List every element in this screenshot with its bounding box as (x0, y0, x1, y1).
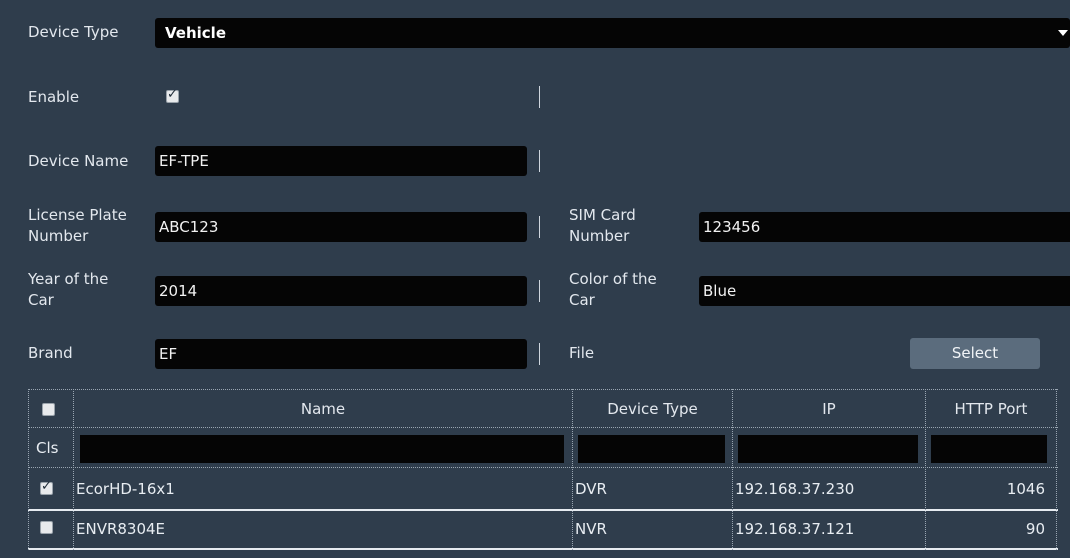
separator (539, 343, 540, 365)
sim-card-label: SIM Card Number (569, 206, 636, 245)
select-file-button[interactable]: Select (910, 338, 1040, 369)
brand-input[interactable]: EF (155, 339, 527, 369)
table-border (28, 389, 29, 550)
file-label: File (569, 344, 595, 362)
column-header-device-type[interactable]: Device Type (573, 393, 732, 425)
device-type-value: Vehicle (165, 24, 226, 42)
separator (539, 150, 540, 172)
row-ip: 192.168.37.121 (735, 520, 855, 538)
row-http-port: 90 (1025, 520, 1045, 538)
device-type-select[interactable]: Vehicle (155, 18, 1070, 48)
device-name-input[interactable]: EF-TPE (155, 146, 527, 176)
table-border (1056, 389, 1057, 550)
license-plate-label: License Plate Number (28, 206, 127, 245)
separator (539, 216, 540, 238)
table-border (28, 467, 1058, 468)
row-http-port: 1046 (1006, 480, 1045, 498)
separator (539, 86, 540, 108)
row-divider (28, 548, 1058, 550)
brand-label: Brand (28, 344, 73, 362)
year-label: Year of the Car (28, 270, 109, 309)
filter-ip-input[interactable] (738, 435, 918, 463)
filter-name-input[interactable] (80, 435, 564, 463)
device-name-label: Device Name (28, 152, 129, 170)
column-header-http-port[interactable]: HTTP Port (926, 393, 1056, 425)
row-checkbox[interactable] (40, 479, 53, 495)
row-ip: 192.168.37.230 (735, 480, 855, 498)
sim-card-input[interactable]: 123456 (699, 212, 1070, 242)
enable-checkbox[interactable] (166, 87, 179, 103)
filter-clear-label[interactable]: Cls (36, 433, 58, 463)
license-plate-input[interactable]: ABC123 (155, 212, 527, 242)
separator (539, 280, 540, 302)
table-border (28, 389, 1058, 390)
table-border (28, 427, 1058, 428)
filter-http-port-input[interactable] (931, 435, 1047, 463)
column-header-ip[interactable]: IP (733, 393, 925, 425)
row-device-type: DVR (575, 480, 607, 498)
color-label: Color of the Car (569, 270, 657, 309)
select-all-checkbox[interactable] (42, 403, 55, 416)
column-header-name[interactable]: Name (74, 393, 572, 425)
row-divider (28, 509, 1058, 511)
color-input[interactable]: Blue (699, 276, 1070, 306)
enable-label: Enable (28, 88, 80, 106)
row-checkbox[interactable] (40, 521, 53, 534)
filter-device-type-input[interactable] (578, 435, 725, 463)
year-input[interactable]: 2014 (155, 276, 527, 306)
device-type-label: Device Type (28, 23, 119, 41)
row-name: ENVR8304E (76, 520, 166, 538)
row-device-type: NVR (575, 520, 607, 538)
chevron-down-icon[interactable] (1058, 30, 1068, 36)
row-name: EcorHD-16x1 (76, 480, 175, 498)
